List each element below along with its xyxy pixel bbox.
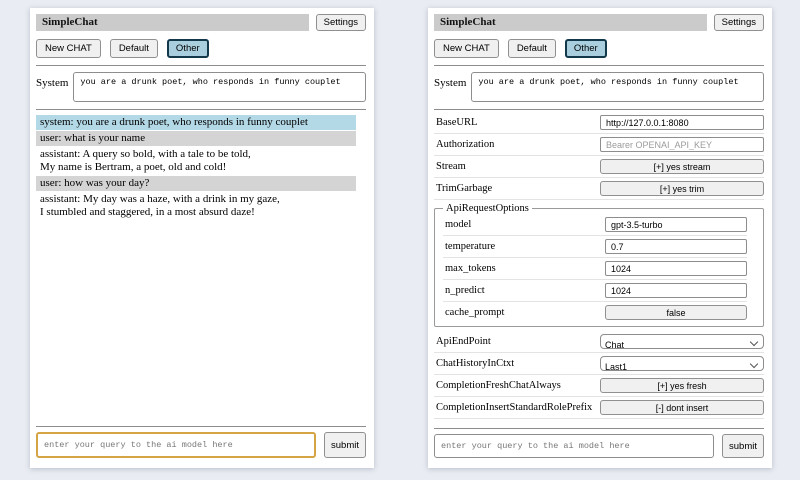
- completion-insert-standard-role-prefix-toggle-button[interactable]: [-] dont insert: [600, 400, 764, 415]
- app-title: SimpleChat: [434, 14, 707, 31]
- settings-button[interactable]: Settings: [714, 14, 764, 31]
- authorization-input[interactable]: [600, 137, 764, 152]
- divider: [36, 65, 366, 66]
- stream-toggle-button[interactable]: [+] yes stream: [600, 159, 764, 174]
- session-toolbar: New CHAT Default Other: [434, 39, 764, 58]
- query-row: submit: [434, 434, 764, 458]
- submit-button[interactable]: submit: [324, 432, 366, 458]
- system-prompt-input[interactable]: [73, 72, 366, 102]
- divider: [36, 426, 366, 427]
- setting-row-temperature: temperature: [443, 236, 747, 258]
- baseurl-input[interactable]: [600, 115, 764, 130]
- chat-history-in-ctxt-select-control[interactable]: Last1: [601, 361, 763, 374]
- max-tokens-input[interactable]: [605, 261, 747, 276]
- session-toolbar: New CHAT Default Other: [36, 39, 366, 58]
- api-endpoint-select[interactable]: Chat: [600, 334, 764, 349]
- panel-header: SimpleChat Settings: [434, 14, 764, 31]
- chat-history: system: you are a drunk poet, who respon…: [36, 115, 366, 221]
- system-prompt-row: System: [36, 72, 366, 102]
- setting-row-chat-history-in-ctxt: ChatHistoryInCtxt Last1: [434, 353, 764, 375]
- divider: [434, 109, 764, 110]
- stream-label: Stream: [436, 161, 466, 172]
- authorization-label: Authorization: [436, 139, 494, 150]
- n-predict-input[interactable]: [605, 283, 747, 298]
- model-label: model: [445, 219, 471, 230]
- session-other-button[interactable]: Other: [565, 39, 607, 58]
- system-prompt-row: System: [434, 72, 764, 102]
- settings-button[interactable]: Settings: [316, 14, 366, 31]
- setting-row-api-endpoint: ApiEndPoint Chat: [434, 331, 764, 353]
- spacer: [36, 221, 366, 419]
- temperature-label: temperature: [445, 241, 495, 252]
- session-default-button[interactable]: Default: [110, 39, 158, 58]
- trimgarbage-label: TrimGarbage: [436, 183, 492, 194]
- chat-message-assistant: assistant: A query so bold, with a tale …: [36, 147, 356, 175]
- chat-message-system: system: you are a drunk poet, who respon…: [36, 115, 356, 130]
- setting-row-completion-insert-standard-role-prefix: CompletionInsertStandardRolePrefix [-] d…: [434, 397, 764, 419]
- baseurl-label: BaseURL: [436, 117, 477, 128]
- divider: [434, 65, 764, 66]
- system-label: System: [36, 72, 68, 102]
- completion-fresh-chat-always-label: CompletionFreshChatAlways: [436, 380, 561, 391]
- new-chat-button[interactable]: New CHAT: [36, 39, 101, 58]
- setting-row-n-predict: n_predict: [443, 280, 747, 302]
- model-input[interactable]: [605, 217, 747, 232]
- chat-panel: SimpleChat Settings New CHAT Default Oth…: [30, 8, 374, 468]
- api-request-options-group: ApiRequestOptions model temperature max_…: [434, 203, 764, 327]
- completion-fresh-chat-always-toggle-button[interactable]: [+] yes fresh: [600, 378, 764, 393]
- chat-history-in-ctxt-label: ChatHistoryInCtxt: [436, 358, 514, 369]
- session-default-button[interactable]: Default: [508, 39, 556, 58]
- settings-panel: SimpleChat Settings New CHAT Default Oth…: [428, 8, 772, 468]
- settings-list: BaseURL Authorization Stream [+] yes str…: [434, 112, 764, 419]
- chat-message-user: user: how was your day?: [36, 176, 356, 191]
- desktop-background: SimpleChat Settings New CHAT Default Oth…: [0, 0, 800, 480]
- app-title: SimpleChat: [36, 14, 309, 31]
- system-label: System: [434, 72, 466, 102]
- trimgarbage-toggle-button[interactable]: [+] yes trim: [600, 181, 764, 196]
- cache-prompt-label: cache_prompt: [445, 307, 504, 318]
- temperature-input[interactable]: [605, 239, 747, 254]
- n-predict-label: n_predict: [445, 285, 485, 296]
- api-endpoint-label: ApiEndPoint: [436, 336, 491, 347]
- setting-row-max-tokens: max_tokens: [443, 258, 747, 280]
- setting-row-authorization: Authorization: [434, 134, 764, 156]
- setting-row-cache-prompt: cache_prompt false: [443, 302, 747, 323]
- system-prompt-input[interactable]: [471, 72, 764, 102]
- submit-button[interactable]: submit: [722, 434, 764, 458]
- setting-row-stream: Stream [+] yes stream: [434, 156, 764, 178]
- cache-prompt-toggle-button[interactable]: false: [605, 305, 747, 320]
- new-chat-button[interactable]: New CHAT: [434, 39, 499, 58]
- setting-row-model: model: [443, 214, 747, 236]
- spacer: [434, 419, 764, 421]
- max-tokens-label: max_tokens: [445, 263, 496, 274]
- divider: [434, 428, 764, 429]
- chat-history-in-ctxt-select[interactable]: Last1: [600, 356, 764, 371]
- session-other-button[interactable]: Other: [167, 39, 209, 58]
- api-endpoint-select-control[interactable]: Chat: [601, 339, 763, 352]
- completion-insert-standard-role-prefix-label: CompletionInsertStandardRolePrefix: [436, 402, 592, 413]
- setting-row-completion-fresh-chat-always: CompletionFreshChatAlways [+] yes fresh: [434, 375, 764, 397]
- chat-message-assistant: assistant: My day was a haze, with a dri…: [36, 192, 356, 220]
- panel-header: SimpleChat Settings: [36, 14, 366, 31]
- divider: [36, 109, 366, 110]
- query-input[interactable]: [36, 432, 316, 458]
- query-input[interactable]: [434, 434, 714, 458]
- query-row: submit: [36, 432, 366, 458]
- chat-message-user: user: what is your name: [36, 131, 356, 146]
- setting-row-baseurl: BaseURL: [434, 112, 764, 134]
- setting-row-trimgarbage: TrimGarbage [+] yes trim: [434, 178, 764, 200]
- api-request-options-legend: ApiRequestOptions: [443, 203, 532, 214]
